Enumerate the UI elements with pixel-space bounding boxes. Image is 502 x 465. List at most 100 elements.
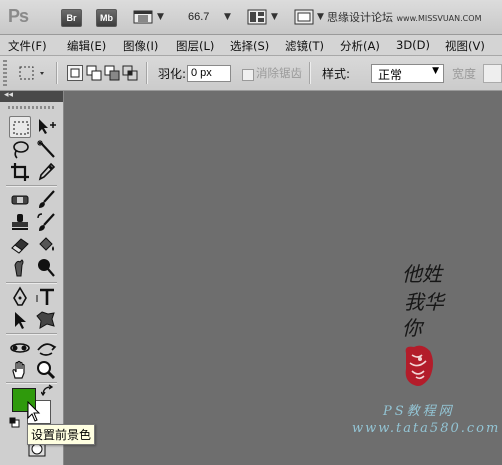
application-bar: Ps Br Mb ▼ 66.7 ▼ ▼ ▼ 思缘设计论坛 www.MISSVUA…: [0, 0, 502, 35]
swap-colors-icon[interactable]: [41, 384, 54, 397]
history-brush-tool[interactable]: [35, 212, 57, 234]
menu-3d[interactable]: 3D(D): [396, 38, 430, 52]
hand-tool[interactable]: [9, 359, 31, 381]
dodge-tool[interactable]: [35, 257, 57, 279]
collapse-icon[interactable]: ◂◂: [4, 90, 13, 100]
menu-layer[interactable]: 图层(L): [176, 38, 214, 54]
chevron-down-icon[interactable]: ▼: [224, 12, 231, 22]
lasso-tool[interactable]: [9, 139, 31, 161]
smudge-icon: [14, 259, 24, 277]
tools-panel-header[interactable]: ◂◂: [0, 90, 63, 102]
antialias-label: 消除锯齿: [256, 66, 302, 80]
lasso-icon: [13, 141, 29, 159]
magic-wand-tool[interactable]: [35, 139, 57, 161]
menu-bar: 文件(F) 编辑(E) 图像(I) 图层(L) 选择(S) 滤镜(T) 分析(A…: [0, 35, 502, 56]
view-extras-icon[interactable]: [133, 9, 153, 25]
screen-mode-icon[interactable]: [294, 9, 314, 25]
menu-filter[interactable]: 滤镜(T): [285, 38, 324, 54]
magnifier-icon: [37, 361, 56, 380]
3d-orbit-tool[interactable]: [35, 337, 57, 359]
dodge-icon: [38, 259, 55, 277]
bridge-button[interactable]: Br: [61, 9, 82, 27]
new-selection-icon[interactable]: [67, 65, 83, 81]
menu-view[interactable]: 视图(V): [445, 38, 485, 54]
foreground-color-tooltip: 设置前景色: [27, 424, 96, 445]
menu-edit[interactable]: 编辑(E): [67, 38, 106, 54]
spot-healing-brush-tool[interactable]: [9, 189, 31, 211]
rectangular-marquee-tool[interactable]: [9, 116, 31, 138]
type-icon: [36, 288, 54, 305]
move-tool[interactable]: [35, 116, 57, 138]
chevron-down-icon[interactable]: ▼: [271, 12, 278, 22]
arrow-pointer-icon: [15, 312, 26, 329]
photoshop-logo: Ps: [8, 6, 29, 26]
style-select-value: 正常: [378, 68, 403, 82]
custom-shape-tool[interactable]: [35, 309, 57, 331]
menu-image[interactable]: 图像(I): [123, 38, 158, 54]
path-selection-tool[interactable]: [9, 309, 31, 331]
separator: [309, 62, 311, 84]
site-watermark: 思缘设计论坛 www.MISSVUAN.COM: [327, 11, 482, 24]
tool-preset-picker[interactable]: [16, 62, 50, 84]
paint-bucket-icon: [39, 237, 54, 251]
3d-orbit-icon: [37, 343, 57, 356]
style-select[interactable]: 正常 ▼: [371, 64, 444, 83]
pen-icon: [13, 286, 27, 306]
zoom-tool[interactable]: [35, 359, 57, 381]
subtract-from-selection-icon[interactable]: [104, 65, 120, 81]
signature-line-1: 他姓: [402, 262, 444, 286]
separator: [146, 62, 148, 84]
chevron-down-icon[interactable]: ▼: [157, 12, 164, 22]
3d-rotate-icon: [10, 343, 30, 353]
eyedropper-tool[interactable]: [35, 161, 57, 183]
signature-line-3: 你: [402, 316, 425, 340]
chevron-down-icon: ▼: [432, 66, 439, 76]
crop-tool[interactable]: [9, 161, 31, 183]
clone-stamp-tool[interactable]: [9, 212, 31, 234]
move-icon: [39, 119, 56, 134]
feather-input[interactable]: 0 px: [187, 65, 231, 82]
width-input[interactable]: [483, 64, 502, 83]
crop-icon: [11, 163, 29, 181]
tools-separator: [6, 333, 57, 335]
magic-wand-icon: [37, 140, 55, 158]
history-brush-icon: [37, 213, 55, 231]
eraser-tool[interactable]: [9, 234, 31, 256]
chevron-down-icon[interactable]: ▼: [317, 12, 324, 22]
brush-icon: [39, 190, 55, 208]
eyedropper-icon: [38, 162, 56, 181]
hand-icon: [12, 360, 25, 379]
menu-select[interactable]: 选择(S): [230, 38, 269, 54]
menu-analysis[interactable]: 分析(A): [340, 38, 380, 54]
calligraphy-signature-watermark: 他姓 我华 你: [402, 262, 446, 386]
pen-tool[interactable]: [9, 286, 31, 308]
options-bar-grip[interactable]: [3, 60, 7, 86]
signature-line-2: 我华: [404, 290, 446, 314]
feather-label: 羽化:: [158, 67, 187, 81]
default-colors-icon[interactable]: [9, 417, 20, 428]
zoom-level[interactable]: 66.7: [188, 11, 209, 23]
separator: [56, 62, 58, 84]
eraser-icon: [11, 238, 29, 254]
type-tool[interactable]: [35, 286, 57, 308]
menu-file[interactable]: 文件(F): [8, 38, 47, 54]
add-to-selection-icon[interactable]: [86, 65, 102, 81]
tools-panel-grip[interactable]: [8, 106, 54, 109]
arrange-documents-icon[interactable]: [247, 9, 267, 25]
canvas-watermark-line2: www.tata580.com: [352, 421, 501, 436]
stamp-icon: [12, 214, 28, 230]
paint-bucket-tool[interactable]: [35, 234, 57, 256]
antialias-checkbox[interactable]: [242, 69, 254, 81]
brush-tool[interactable]: [35, 189, 57, 211]
mini-bridge-button[interactable]: Mb: [96, 9, 117, 27]
3d-rotate-tool[interactable]: [9, 337, 31, 359]
bandage-icon: [11, 195, 29, 205]
marquee-icon: [13, 121, 29, 135]
blur-tool[interactable]: [9, 257, 31, 279]
intersect-selection-icon[interactable]: [122, 65, 138, 81]
width-label: 宽度: [452, 67, 477, 81]
style-label: 样式:: [322, 67, 351, 81]
tools-separator: [6, 185, 57, 187]
mouse-cursor-icon: [27, 401, 41, 422]
shape-icon: [36, 311, 55, 329]
